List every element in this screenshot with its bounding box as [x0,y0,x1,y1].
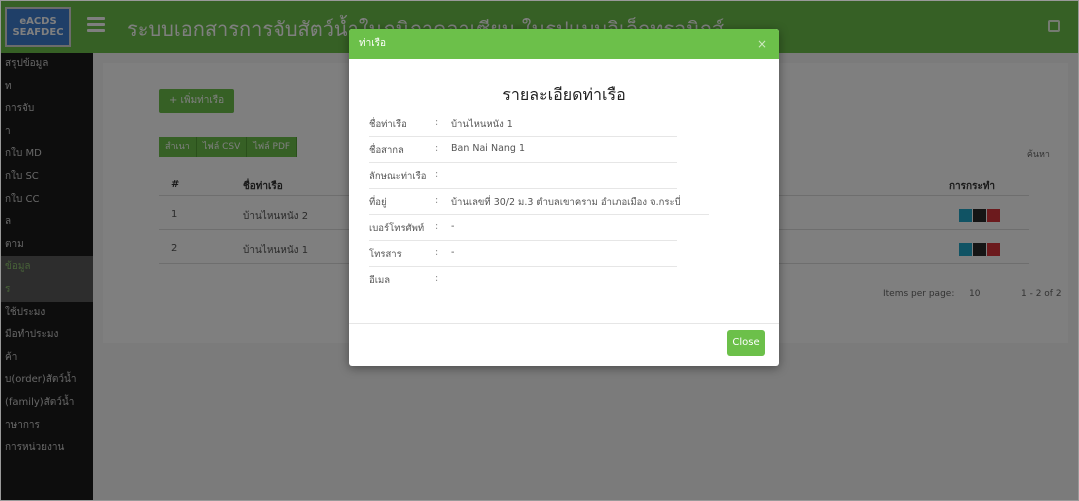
detail-label: ชื่อสากล [369,145,404,156]
detail-row-email: อีเมล : [369,267,677,293]
detail-separator: : [435,195,439,206]
detail-row-fax: โทรสาร : - [369,241,677,267]
detail-separator: : [435,143,439,154]
port-detail-modal: ท่าเรือ × รายละเอียดท่าเรือ ชื่อท่าเรือ … [349,29,779,366]
detail-label: ที่อยู่ [369,197,387,208]
detail-row-address: ที่อยู่ : บ้านเลขที่ 30/2 ม.3 ตำบลเขาครา… [369,189,709,215]
detail-label: อีเมล [369,275,391,286]
modal-header: ท่าเรือ × [349,29,779,59]
detail-row-intl-name: ชื่อสากล : Ban Nai Nang 1 [369,137,677,163]
close-icon[interactable]: × [757,29,767,59]
detail-row-phone: เบอร์โทรศัพท์ : - [369,215,677,241]
modal-header-title: ท่าเรือ [359,38,387,49]
close-button[interactable]: Close [727,330,765,356]
detail-label: ชื่อท่าเรือ [369,119,407,130]
app-frame: eACDS SEAFDEC ระบบเอกสารการจับสัตว์น้ำใน… [0,0,1079,501]
detail-row-port-name: ชื่อท่าเรือ : บ้านไหนหนัง 1 [369,111,677,137]
detail-row-port-type: ลักษณะท่าเรือ : [369,163,677,189]
detail-separator: : [435,247,439,258]
detail-label: เบอร์โทรศัพท์ [369,223,425,234]
detail-separator: : [435,169,439,180]
modal-title: รายละเอียดท่าเรือ [502,85,626,104]
detail-label: ลักษณะท่าเรือ [369,171,427,182]
modal-footer-divider [349,323,779,324]
detail-value: บ้านไหนหนัง 1 [451,119,513,130]
detail-label: โทรสาร [369,249,402,260]
detail-separator: : [435,273,439,284]
detail-separator: : [435,117,439,128]
detail-value: - [451,221,455,232]
detail-value: - [451,247,455,258]
detail-value: Ban Nai Nang 1 [451,143,526,154]
detail-value: บ้านเลขที่ 30/2 ม.3 ตำบลเขาคราม อำเภอเมื… [451,197,681,208]
detail-separator: : [435,221,439,232]
